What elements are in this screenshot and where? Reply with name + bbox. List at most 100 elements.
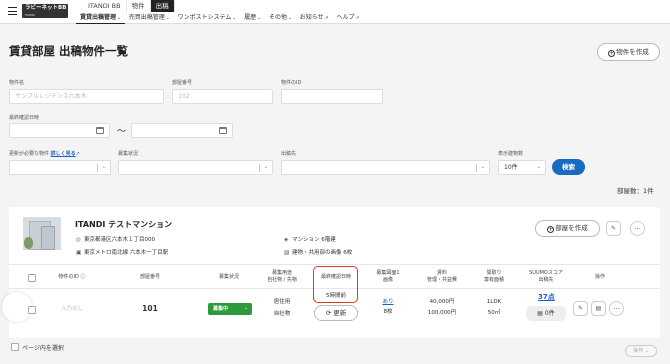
row-confirmed: 5時間前 [326, 293, 346, 299]
property-name-label: 物件名 [9, 80, 25, 86]
col-label: 募集用途 [271, 270, 292, 276]
col-layout: 間取り 専有面積 [474, 270, 514, 284]
nav-notice[interactable]: お知らせ↗ [296, 12, 333, 24]
row-edit-button[interactable]: ✎ [573, 301, 588, 316]
select-separator [259, 164, 260, 172]
edit-icon: ✎ [610, 225, 617, 232]
search-button[interactable]: 検索 [552, 159, 585, 175]
update-button[interactable]: ⟳ 更新 [314, 305, 358, 321]
select-all-checkbox[interactable] [28, 274, 36, 282]
detail-link[interactable]: 詳しく見る [51, 151, 76, 157]
nav-sale-management[interactable]: 売買出稿管理⌄ [125, 12, 174, 24]
select-page-label: ページ内を選択 [22, 345, 64, 352]
row-area: 50㎡ [487, 310, 501, 316]
row-plan-link[interactable]: あり [368, 299, 408, 306]
status-select[interactable]: 募集中 ⌄ [208, 303, 252, 315]
suumo-dest-value: 0件 [544, 310, 555, 317]
row-layout: 1LDK [486, 299, 502, 305]
nav-other[interactable]: その他⌄ [265, 12, 296, 24]
property-id-label: 物件のID [281, 80, 302, 86]
nav-history[interactable]: 履歴⌄ [240, 12, 265, 24]
date-to-input[interactable] [131, 123, 233, 138]
destination-select[interactable]: ⌄ [281, 160, 490, 175]
property-name-input[interactable]: サンプルレジデンス六本木 [9, 89, 164, 104]
property-id-input[interactable] [281, 89, 383, 104]
update-needed-select[interactable]: ⌄ [9, 160, 111, 175]
col-ops: 操作 [594, 274, 605, 280]
nav-label: 賃貸出稿管理 [80, 14, 117, 21]
chevron-down-icon: ⌄ [244, 306, 248, 311]
property-name[interactable]: ITANDI テストマンション [75, 219, 172, 230]
address-text: 東京都港区六本木１丁目000 [84, 237, 155, 243]
nav-label: その他 [269, 14, 288, 21]
info-icon: ⓘ [78, 274, 86, 280]
chevron-down-icon: ⌄ [117, 16, 121, 21]
nav-label: お知らせ [299, 14, 324, 21]
more-dots-icon: … [634, 223, 641, 231]
chevron-down-icon: ⌄ [263, 164, 268, 170]
ops-label: 操作 [633, 348, 644, 354]
external-link-icon: ↗ [355, 16, 360, 21]
row-fee: 100,000円 [427, 310, 457, 316]
more-dots-icon: … [613, 303, 620, 311]
suumo-destination-button[interactable]: ▤ 0件 [526, 306, 566, 321]
create-property-label: 物件を作成 [616, 48, 649, 56]
room-number-label: 部屋番号 [172, 80, 193, 86]
col-property-id[interactable]: 物件のID ⓘ [52, 274, 92, 281]
nav-help[interactable]: ヘルプ↗ [332, 12, 363, 24]
nav-onepost-system[interactable]: ワンポストシステム⌄ [174, 12, 241, 24]
calendar-icon[interactable] [96, 127, 104, 134]
calendar-icon[interactable] [219, 127, 227, 134]
chevron-down-icon: ⌄ [165, 16, 170, 21]
row-room-number[interactable]: 101 [130, 305, 170, 313]
col-label: 画像 [382, 277, 393, 283]
app-tab-shukko[interactable]: 出稿 [150, 0, 175, 12]
recruit-status-select[interactable]: ⌄ [118, 160, 273, 175]
recruit-status-label: 募集状況 [118, 151, 139, 157]
main-nav: 賃貸出稿管理⌄ 売買出稿管理⌄ ワンポストシステム⌄ 履歴⌄ その他⌄ お知らせ… [76, 12, 363, 24]
create-room-button[interactable]: + 部屋を作成 [535, 220, 600, 237]
select-page-control[interactable]: ページ内を選択 [11, 343, 64, 352]
chevron-down-icon: ⌄ [288, 16, 292, 21]
hamburger-menu-icon[interactable] [8, 7, 17, 15]
room-number-input[interactable]: 102 [172, 89, 273, 104]
logo[interactable]: ラビーネットBB ITANDI [22, 4, 68, 18]
edit-property-button[interactable]: ✎ [606, 221, 621, 236]
col-suumo: SUUMOスコア 出稿先 [522, 270, 570, 284]
row-more-button[interactable]: … [609, 301, 624, 316]
nav-label: 履歴 [244, 14, 257, 21]
chevron-down-icon: ⌄ [232, 16, 237, 21]
plus-icon: + [547, 226, 555, 233]
images-text: 建物・共用部の画像 6枚 [292, 250, 353, 256]
create-property-button[interactable]: + 物件を作成 [597, 43, 660, 61]
nav-rental-management[interactable]: 賃貸出稿管理⌄ [76, 12, 125, 24]
document-edit-icon: ▤ [595, 305, 602, 312]
col-label: 募集図面1 [376, 270, 400, 276]
col-label: 賃料 [436, 270, 447, 276]
select-page-checkbox[interactable] [11, 343, 19, 351]
suumo-score-link[interactable]: 37点 [538, 292, 555, 302]
select-separator [476, 164, 477, 172]
col-label: 間取り [486, 270, 502, 276]
app-tab-bukken[interactable]: 物件 [127, 0, 151, 12]
row-checkbox[interactable] [28, 306, 36, 314]
property-station: ▣ 東京メトロ南北線 六本木一丁目駅 [76, 248, 168, 256]
row-ownership: 自社物 [273, 311, 291, 317]
col-plan: 募集図面1 画像 [368, 270, 408, 284]
row-document-button[interactable]: ▤ [591, 301, 606, 316]
display-count-select[interactable]: 10件 ⌄ [498, 160, 546, 175]
chevron-down-icon: ⌄ [101, 164, 106, 170]
chevron-down-icon: ⌄ [257, 16, 261, 21]
date-from-input[interactable] [9, 123, 110, 138]
property-structure: ◈ マンション 6階建 [284, 235, 336, 243]
more-options-button[interactable]: … [630, 221, 645, 236]
status-value: 募集中 [213, 306, 229, 312]
row-image-count: 8枚 [383, 309, 393, 315]
bulk-ops-button[interactable]: 操作 ⌄ [625, 345, 657, 357]
layers-icon: ◈ [284, 237, 289, 243]
col-label: 管理・共益費 [426, 277, 457, 283]
app-tab-itandi-bb[interactable]: ITANDI BB [83, 0, 127, 12]
col-room-number: 部屋番号 [139, 274, 160, 280]
col-usage: 募集用途 自社物 / 先物 [262, 270, 302, 284]
display-count-value: 10件 [504, 164, 518, 171]
